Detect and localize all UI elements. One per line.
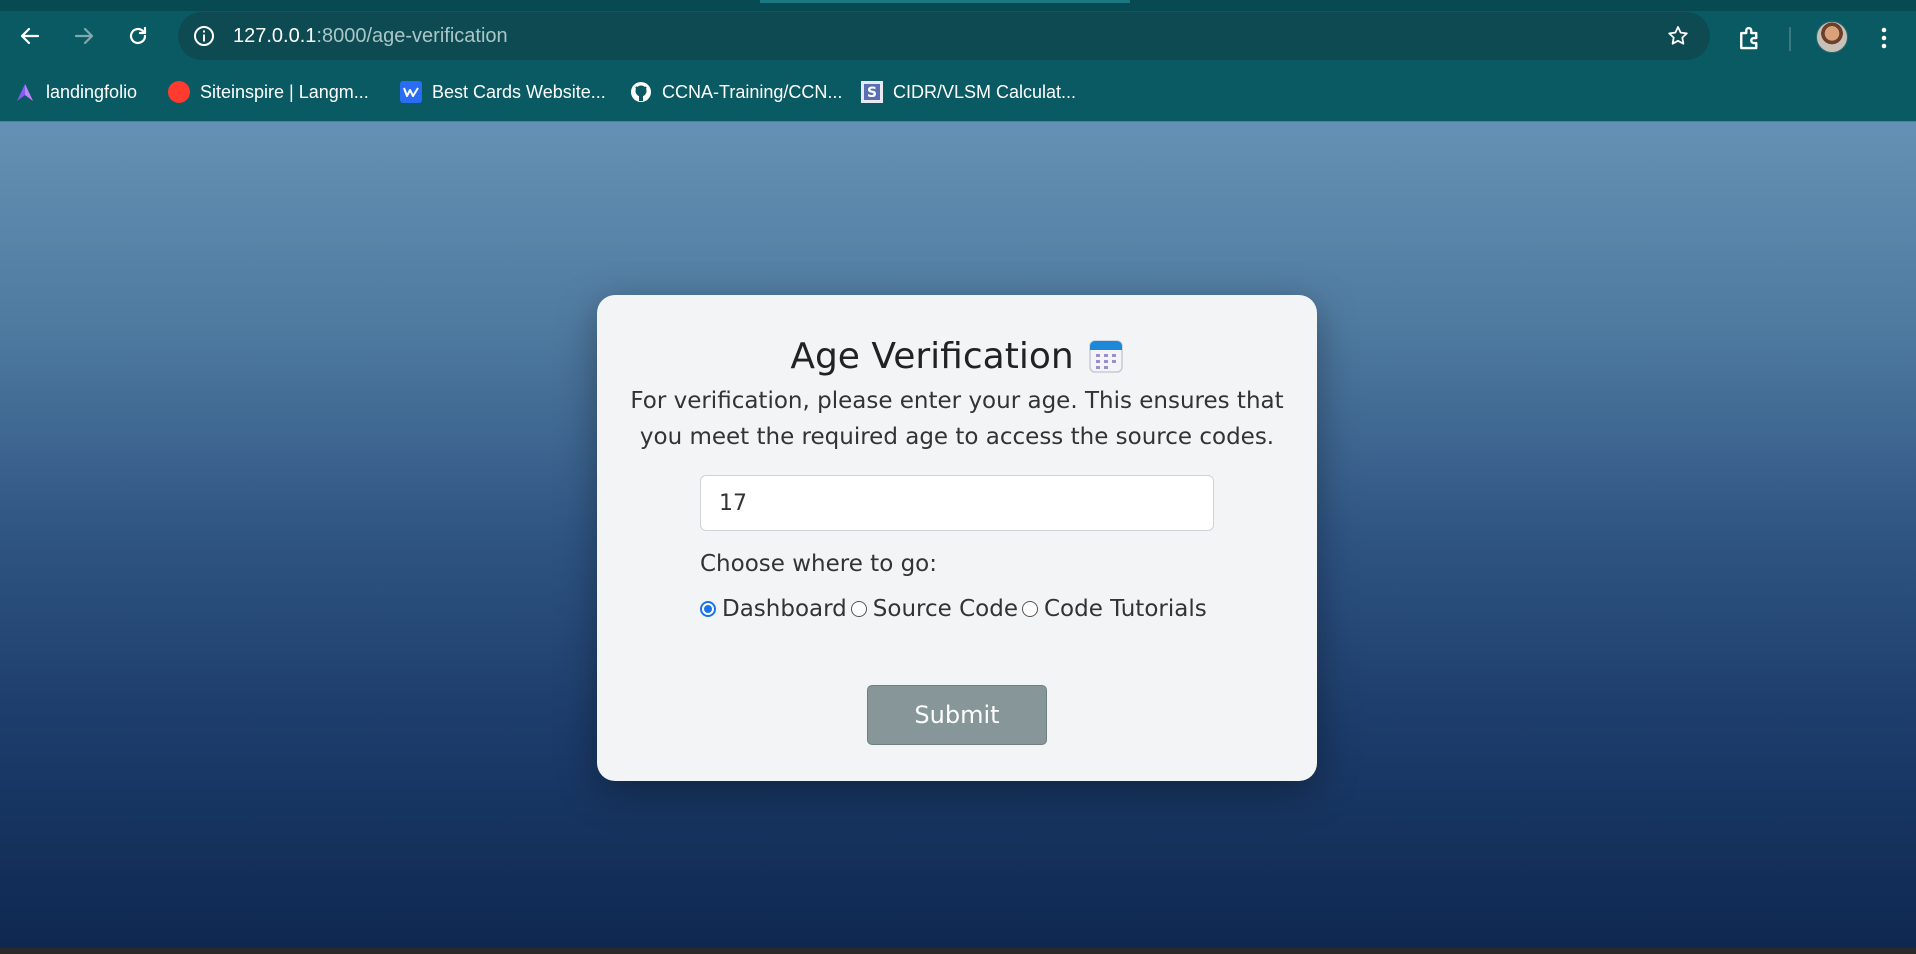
arrow-left-icon <box>20 27 40 45</box>
bookmark-ccna[interactable]: CCNA-Training/CCN... <box>630 78 842 106</box>
github-icon <box>630 81 652 103</box>
extensions-icon[interactable] <box>1735 23 1765 53</box>
site-info-icon[interactable] <box>192 24 216 48</box>
bookmark-label: CIDR/VLSM Calculat... <box>893 81 1077 102</box>
bookmarks-bar: landingfolio Siteinspire | Langm... Best… <box>0 72 1916 112</box>
forward-button[interactable] <box>67 19 101 53</box>
browser-chrome: 127.0.0.1:8000/age-verification landingf… <box>0 0 1916 122</box>
bookmark-siteinspire[interactable]: Siteinspire | Langm... <box>168 78 369 106</box>
url-text: 127.0.0.1:8000/age-verification <box>233 25 508 48</box>
tab-strip <box>0 0 1916 11</box>
choose-label: Choose where to go: <box>700 551 937 577</box>
radio-code-tutorials[interactable]: Code Tutorials <box>1021 596 1207 622</box>
radio-dashboard[interactable]: Dashboard <box>700 596 847 622</box>
page-background: Age Verification For verification, pleas… <box>0 122 1916 948</box>
siteinspire-icon <box>168 81 190 103</box>
back-button[interactable] <box>13 19 47 53</box>
url-path: :8000/age-verification <box>316 25 508 47</box>
address-bar[interactable]: 127.0.0.1:8000/age-verification <box>178 12 1710 60</box>
bookmark-star-icon[interactable] <box>1666 24 1690 48</box>
radio-label-source-code: Source Code <box>872 596 1018 622</box>
calculator-icon: S <box>861 81 883 103</box>
radio-label-dashboard: Dashboard <box>722 596 847 622</box>
bookmark-label: landingfolio <box>46 81 138 102</box>
bookmark-label: CCNA-Training/CCN... <box>662 81 843 102</box>
webflow-icon <box>400 81 422 103</box>
landingfolio-icon <box>14 81 36 103</box>
more-menu-icon[interactable] <box>1872 23 1896 53</box>
calendar-icon <box>1088 340 1123 373</box>
bookmark-label: Siteinspire | Langm... <box>200 81 369 102</box>
toolbar-divider <box>1789 27 1791 51</box>
arrow-right-icon <box>74 27 94 45</box>
radio-button-source-code[interactable] <box>850 601 867 617</box>
browser-toolbar: 127.0.0.1:8000/age-verification <box>0 11 1916 61</box>
destination-radio-group: Dashboard Source Code Code Tutorials <box>700 596 1211 622</box>
reload-icon <box>129 26 147 45</box>
bookmark-landingfolio[interactable]: landingfolio <box>14 78 137 106</box>
radio-source-code[interactable]: Source Code <box>850 596 1018 622</box>
active-tab-indicator <box>760 0 1130 3</box>
radio-label-code-tutorials: Code Tutorials <box>1043 596 1207 622</box>
profile-avatar[interactable] <box>1816 21 1848 53</box>
reload-button[interactable] <box>121 19 155 53</box>
bookmark-cidr[interactable]: S CIDR/VLSM Calculat... <box>861 78 1076 106</box>
page-title: Age Verification <box>790 335 1074 377</box>
svg-text:S: S <box>867 85 877 101</box>
description-text: For verification, please enter your age.… <box>630 388 1284 450</box>
radio-button-dashboard[interactable] <box>700 601 716 617</box>
bookmark-label: Best Cards Website... <box>432 81 606 102</box>
age-verification-card: Age Verification For verification, pleas… <box>597 295 1317 781</box>
age-input[interactable] <box>700 475 1214 531</box>
bookmark-best-cards[interactable]: Best Cards Website... <box>400 78 606 106</box>
radio-button-code-tutorials[interactable] <box>1021 601 1038 617</box>
taskbar-edge <box>0 948 1916 954</box>
url-host: 127.0.0.1 <box>233 25 317 47</box>
title-row: Age Verification <box>597 331 1317 381</box>
submit-button[interactable]: Submit <box>867 685 1047 745</box>
